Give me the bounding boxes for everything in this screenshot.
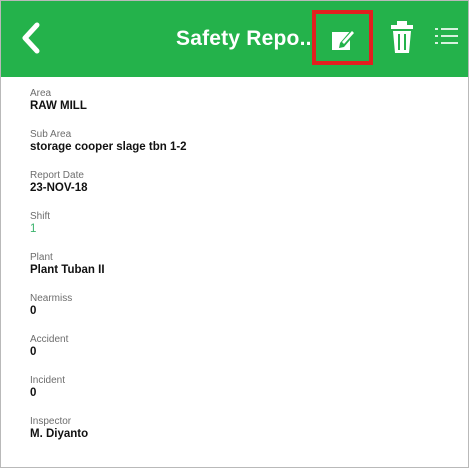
- report-details: Area RAW MILL Sub Area storage cooper sl…: [30, 87, 460, 456]
- field-area: Area RAW MILL: [30, 88, 460, 128]
- field-value: 23-NOV-18: [30, 182, 88, 194]
- field-value: 1: [30, 223, 37, 235]
- edit-icon: [332, 29, 356, 50]
- field-nearmiss: Nearmiss 0: [30, 293, 460, 333]
- field-label: Plant: [30, 252, 53, 263]
- app-header: Safety Repo..: [1, 1, 468, 77]
- field-report-date: Report Date 23-NOV-18: [30, 170, 460, 210]
- chevron-left-icon: [22, 22, 40, 54]
- back-button[interactable]: [15, 19, 55, 59]
- menu-button[interactable]: [433, 21, 461, 53]
- field-value: storage cooper slage tbn 1-2: [30, 141, 187, 153]
- field-value: M. Diyanto: [30, 428, 89, 440]
- edit-button[interactable]: [312, 10, 373, 65]
- field-inspector: Inspector M. Diyanto: [30, 416, 460, 456]
- field-value: Plant Tuban II: [30, 264, 105, 276]
- field-label: Shift: [30, 211, 51, 222]
- delete-button[interactable]: [389, 19, 415, 55]
- field-incident: Incident 0: [30, 375, 460, 415]
- field-value: 0: [30, 305, 37, 317]
- field-label: Accident: [30, 334, 69, 345]
- list-icon: [435, 28, 458, 44]
- field-accident: Accident 0: [30, 334, 460, 374]
- field-label: Sub Area: [30, 129, 72, 140]
- field-label: Area: [30, 88, 52, 99]
- field-value: 0: [30, 387, 37, 399]
- field-label: Nearmiss: [30, 293, 73, 304]
- field-label: Report Date: [30, 170, 84, 181]
- field-label: Incident: [30, 375, 66, 386]
- field-sub-area: Sub Area storage cooper slage tbn 1-2: [30, 129, 460, 169]
- page-title: Safety Repo..: [176, 27, 312, 50]
- field-value: 0: [30, 346, 37, 358]
- field-value: RAW MILL: [30, 100, 87, 112]
- trash-icon: [391, 21, 413, 53]
- field-plant: Plant Plant Tuban II: [30, 252, 460, 292]
- field-shift: Shift 1: [30, 211, 460, 251]
- field-label: Inspector: [30, 416, 72, 427]
- app-window: Safety Repo.. Area RAW MILL Sub Area sto…: [0, 0, 469, 468]
